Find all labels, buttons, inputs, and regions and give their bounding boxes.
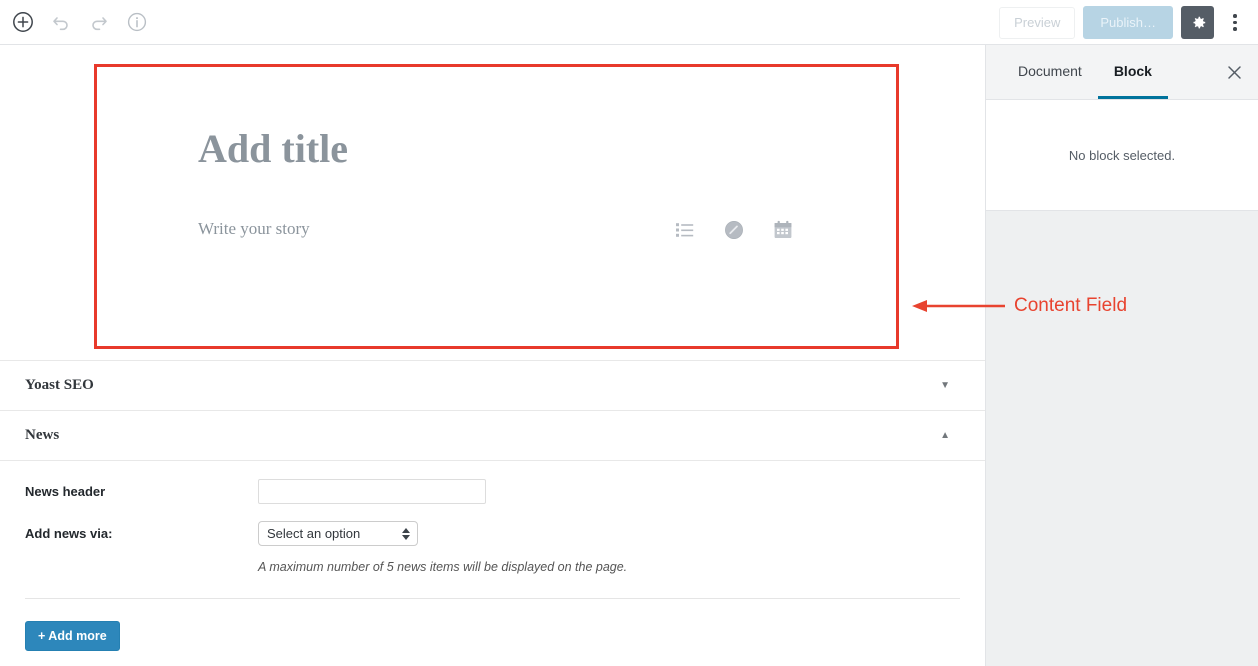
content-info-button[interactable] (124, 9, 150, 35)
metabox-header-news[interactable]: News ▲ (0, 411, 985, 461)
more-options-button[interactable] (1222, 6, 1248, 39)
news-helper-text: A maximum number of 5 news items will be… (258, 560, 628, 574)
gear-icon (1193, 16, 1205, 28)
news-header-input[interactable] (258, 479, 486, 504)
add-news-via-label: Add news via: (25, 526, 113, 541)
close-sidebar-button[interactable] (1220, 58, 1248, 86)
form-divider (25, 598, 960, 599)
post-title-input[interactable]: Add title (198, 125, 348, 172)
metabox-title: News (25, 427, 60, 443)
list-icon (676, 223, 694, 237)
add-more-button[interactable]: + Add more (25, 621, 120, 651)
toolbar-left-group (0, 9, 150, 35)
quick-block-inserters (672, 217, 796, 243)
undo-icon (53, 17, 68, 31)
dot (1233, 14, 1237, 18)
add-block-button[interactable] (10, 9, 36, 35)
no-block-selected-message: No block selected. (1068, 147, 1176, 163)
chevron-down-icon[interactable]: ▼ (940, 380, 950, 391)
news-header-control (258, 479, 960, 504)
field-row-add-news-via: Add news via: Select an option A maximum… (25, 521, 960, 574)
plus-circle-icon (13, 12, 33, 32)
annotation-rectangle (94, 64, 899, 349)
add-news-via-select[interactable]: Select an option (258, 521, 418, 546)
publish-button[interactable]: Publish… (1083, 6, 1173, 39)
close-icon (1227, 65, 1241, 79)
post-content-field[interactable]: Add title Write your story (0, 45, 985, 361)
redo-icon (92, 17, 107, 31)
metabox-area: Yoast SEO ▼ News ▲ News header Add news … (0, 361, 985, 651)
block-inspector-panel: No block selected. (986, 100, 1258, 211)
add-news-via-control: Select an option A maximum number of 5 n… (258, 521, 960, 574)
insert-calendar-block-button[interactable] (770, 217, 796, 243)
tab-block[interactable]: Block (1097, 45, 1168, 99)
field-row-news-header: News header (25, 479, 960, 504)
editor-toolbar: Preview Publish… (0, 0, 1258, 45)
metabox-header-yoast-seo[interactable]: Yoast SEO ▼ (0, 361, 985, 411)
tab-document[interactable]: Document (1002, 45, 1098, 99)
editor-main-column: Add title Write your story Yoast SEO ▼ N… (0, 45, 985, 666)
toolbar-right-group: Preview Publish… (999, 0, 1248, 45)
sidebar-tab-bar: Document Block (986, 45, 1258, 100)
dot (1233, 20, 1237, 25)
post-body-input[interactable]: Write your story (198, 219, 310, 239)
info-circle-icon (127, 12, 147, 32)
insert-image-block-button[interactable] (721, 217, 747, 243)
settings-sidebar: Document Block No block selected. (985, 45, 1258, 666)
gutenberg-editor: Preview Publish… Add title Write your st… (0, 0, 1258, 666)
image-icon (725, 221, 743, 239)
metabox-title: Yoast SEO (25, 377, 94, 393)
metabox-body-news: News header Add news via: Select an opti… (0, 461, 985, 651)
dot (1233, 27, 1237, 31)
settings-button[interactable] (1181, 6, 1214, 39)
chevron-up-icon[interactable]: ▲ (940, 430, 950, 441)
preview-button[interactable]: Preview (999, 6, 1076, 39)
news-header-label: News header (25, 484, 106, 499)
redo-button[interactable] (86, 9, 112, 35)
insert-list-block-button[interactable] (672, 217, 698, 243)
undo-button[interactable] (48, 9, 74, 35)
add-news-via-select-wrapper: Select an option (258, 521, 418, 546)
calendar-icon (774, 220, 792, 238)
